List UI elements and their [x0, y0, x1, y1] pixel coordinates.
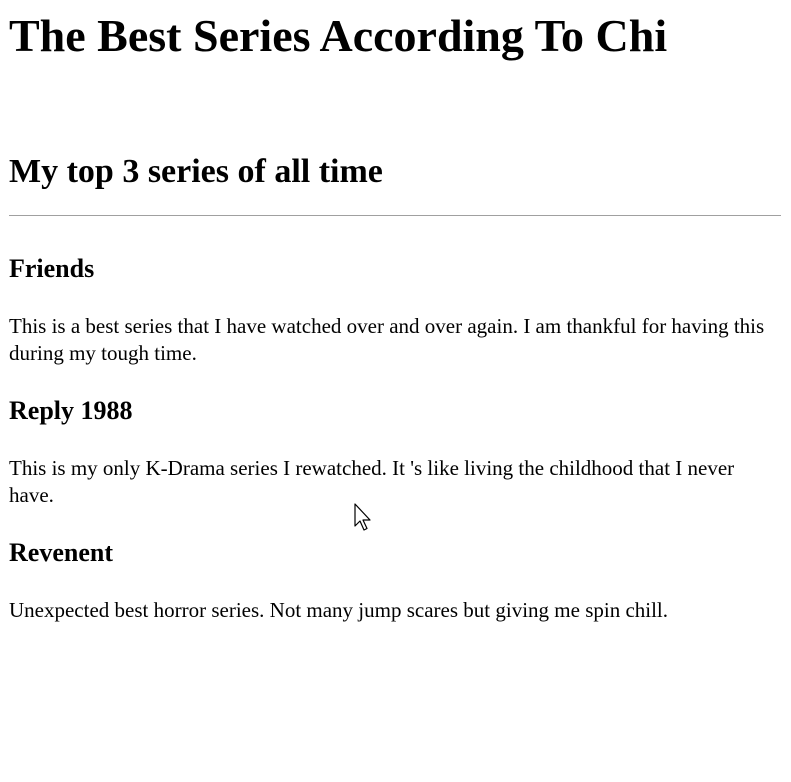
series-description-reply-1988: This is my only K-Drama series I rewatch…	[9, 456, 735, 507]
series-title-revenent: Revenent	[9, 538, 113, 567]
divider	[9, 215, 781, 216]
series-description-revenent: Unexpected best horror series. Not many …	[9, 598, 669, 622]
series-description-friends: This is a best series that I have watche…	[9, 314, 765, 365]
series-title-reply-1988: Reply 1988	[9, 396, 133, 425]
series-title-friends: Friends	[9, 254, 95, 283]
page-subtitle: My top 3 series of all time	[9, 153, 383, 190]
mouse-pointer-icon	[354, 503, 371, 531]
page-title: The Best Series According To Chi	[9, 10, 668, 61]
